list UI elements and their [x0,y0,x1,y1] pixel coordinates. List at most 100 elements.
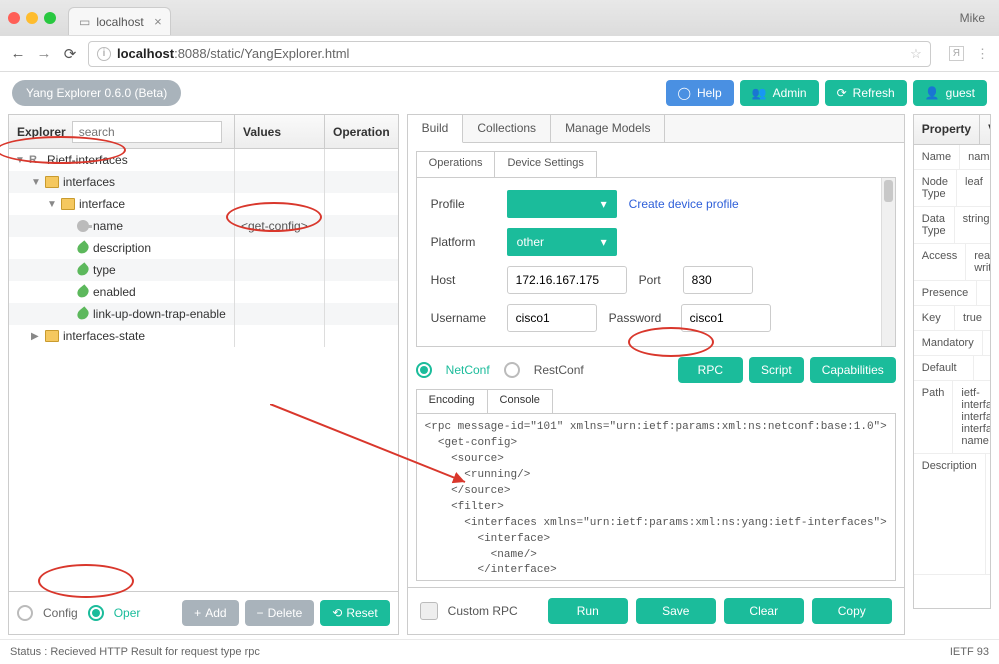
platform-select[interactable]: other▾ [507,228,617,256]
rpc-textarea[interactable]: <rpc message-id="101" xmlns="urn:ietf:pa… [416,413,896,581]
help-button[interactable]: ◯Help [666,80,734,106]
property-name: Data Type [914,207,955,243]
tree-node-value[interactable] [235,193,325,215]
copy-button[interactable]: Copy [812,598,892,624]
capabilities-button[interactable]: Capabilities [810,357,896,383]
menu-icon[interactable]: ⋮ [976,46,989,62]
property-value: The name of the interface. A device MAY … [986,454,991,574]
property-value: name [960,145,991,169]
property-name: Presence [914,281,977,305]
reset-button[interactable]: ⟲Reset [320,600,389,626]
search-input[interactable] [72,121,222,143]
restconf-radio[interactable] [504,362,520,378]
subtab-device-settings[interactable]: Device Settings [495,152,595,177]
tree-row[interactable]: enabled [9,281,398,303]
tree-row[interactable]: ▶interfaces-state [9,325,398,347]
tree-node-label: link-up-down-trap-enable [93,307,226,321]
tree-node-value[interactable] [235,149,325,171]
expand-icon[interactable]: ▼ [15,155,25,166]
rpc-button[interactable]: RPC [678,357,743,383]
tab-build[interactable]: Build [408,115,464,143]
device-form: Profile ▾ Create device profile Platform… [416,177,896,347]
fold-icon [45,330,59,342]
profile-label: Profile [431,197,495,211]
tree-node-value[interactable] [235,281,325,303]
guest-button[interactable]: 👤guest [913,80,987,106]
username-input[interactable] [507,304,597,332]
restconf-label: RestConf [534,363,584,377]
tree-row[interactable]: name<get-config> [9,215,398,237]
property-value: read-write [966,244,991,280]
host-input[interactable] [507,266,627,294]
netconf-radio[interactable] [416,362,432,378]
tree-node-value[interactable] [235,259,325,281]
property-name: Name [914,145,960,169]
delete-button[interactable]: −Delete [245,600,315,626]
maximize-window-icon[interactable] [44,12,56,24]
model-tree[interactable]: ▼RRietf-interfaces▼interfaces▼interfacen… [9,149,398,591]
run-button[interactable]: Run [548,598,628,624]
admin-button[interactable]: 👥Admin [740,80,819,106]
property-row: Accessread-write [914,244,990,281]
save-button[interactable]: Save [636,598,716,624]
bookmark-icon[interactable]: ☆ [910,46,922,62]
property-name: Key [914,306,955,330]
tree-node-label: description [93,241,151,255]
platform-label: Platform [431,235,495,249]
profile-select[interactable]: ▾ [507,190,617,218]
clear-button[interactable]: Clear [724,598,804,624]
tab-collections[interactable]: Collections [463,115,551,142]
refresh-button[interactable]: ⟳Refresh [825,80,907,106]
tree-node-value[interactable] [235,237,325,259]
tree-row[interactable]: ▼interface [9,193,398,215]
oper-radio[interactable] [88,605,104,621]
values-header: Values [235,115,325,149]
form-scrollbar[interactable] [881,178,895,346]
add-button[interactable]: +Add [182,600,238,626]
port-input[interactable] [683,266,753,294]
site-info-icon[interactable]: i [97,47,111,61]
profile-name[interactable]: Mike [960,11,985,25]
reload-icon[interactable]: ⟳ [62,45,78,63]
tree-node-value[interactable] [235,303,325,325]
translate-icon[interactable]: Я [949,46,964,61]
tree-node-value[interactable] [235,325,325,347]
build-subtabs: Operations Device Settings [416,151,597,177]
close-tab-icon[interactable]: × [154,14,162,29]
subtab-operations[interactable]: Operations [417,152,496,177]
fold-icon [45,176,59,188]
tree-row[interactable]: ▼RRietf-interfaces [9,149,398,171]
minimize-window-icon[interactable] [26,12,38,24]
password-input[interactable] [681,304,771,332]
tab-manage-models[interactable]: Manage Models [551,115,665,142]
create-profile-link[interactable]: Create device profile [629,197,739,211]
tree-node-value[interactable]: <get-config> [235,215,325,237]
main-tabs: Build Collections Manage Models [408,115,904,143]
browser-tab-strip: ▭ localhost × Mike [0,0,999,36]
tree-node-label: Rietf-interfaces [47,153,128,167]
tree-row[interactable]: ▼interfaces [9,171,398,193]
tree-row[interactable]: link-up-down-trap-enable [9,303,398,325]
config-radio[interactable] [17,605,33,621]
netconf-label: NetConf [446,363,490,377]
tree-row[interactable]: type [9,259,398,281]
property-panel: Property Value NamenameNode TypeleafData… [913,114,991,609]
address-bar[interactable]: i localhost:8088/static/YangExplorer.htm… [88,41,931,67]
expand-icon[interactable]: ▶ [31,331,41,342]
script-button[interactable]: Script [749,357,804,383]
back-icon[interactable]: ← [10,45,26,62]
custom-rpc-checkbox[interactable] [420,602,438,620]
tab-encoding[interactable]: Encoding [417,390,488,413]
tab-console[interactable]: Console [488,390,552,413]
close-window-icon[interactable] [8,12,20,24]
tree-row[interactable]: description [9,237,398,259]
property-name: Description [914,454,986,574]
property-value: ietf-interfaces/ interfaces/ interface/ … [953,381,991,453]
expand-icon[interactable]: ▼ [47,199,57,210]
username-label: Username [431,311,495,325]
tree-node-value[interactable] [235,171,325,193]
expand-icon[interactable]: ▼ [31,177,41,188]
port-label: Port [639,273,671,287]
browser-tab[interactable]: ▭ localhost × [68,7,171,35]
forward-icon: → [36,45,52,62]
